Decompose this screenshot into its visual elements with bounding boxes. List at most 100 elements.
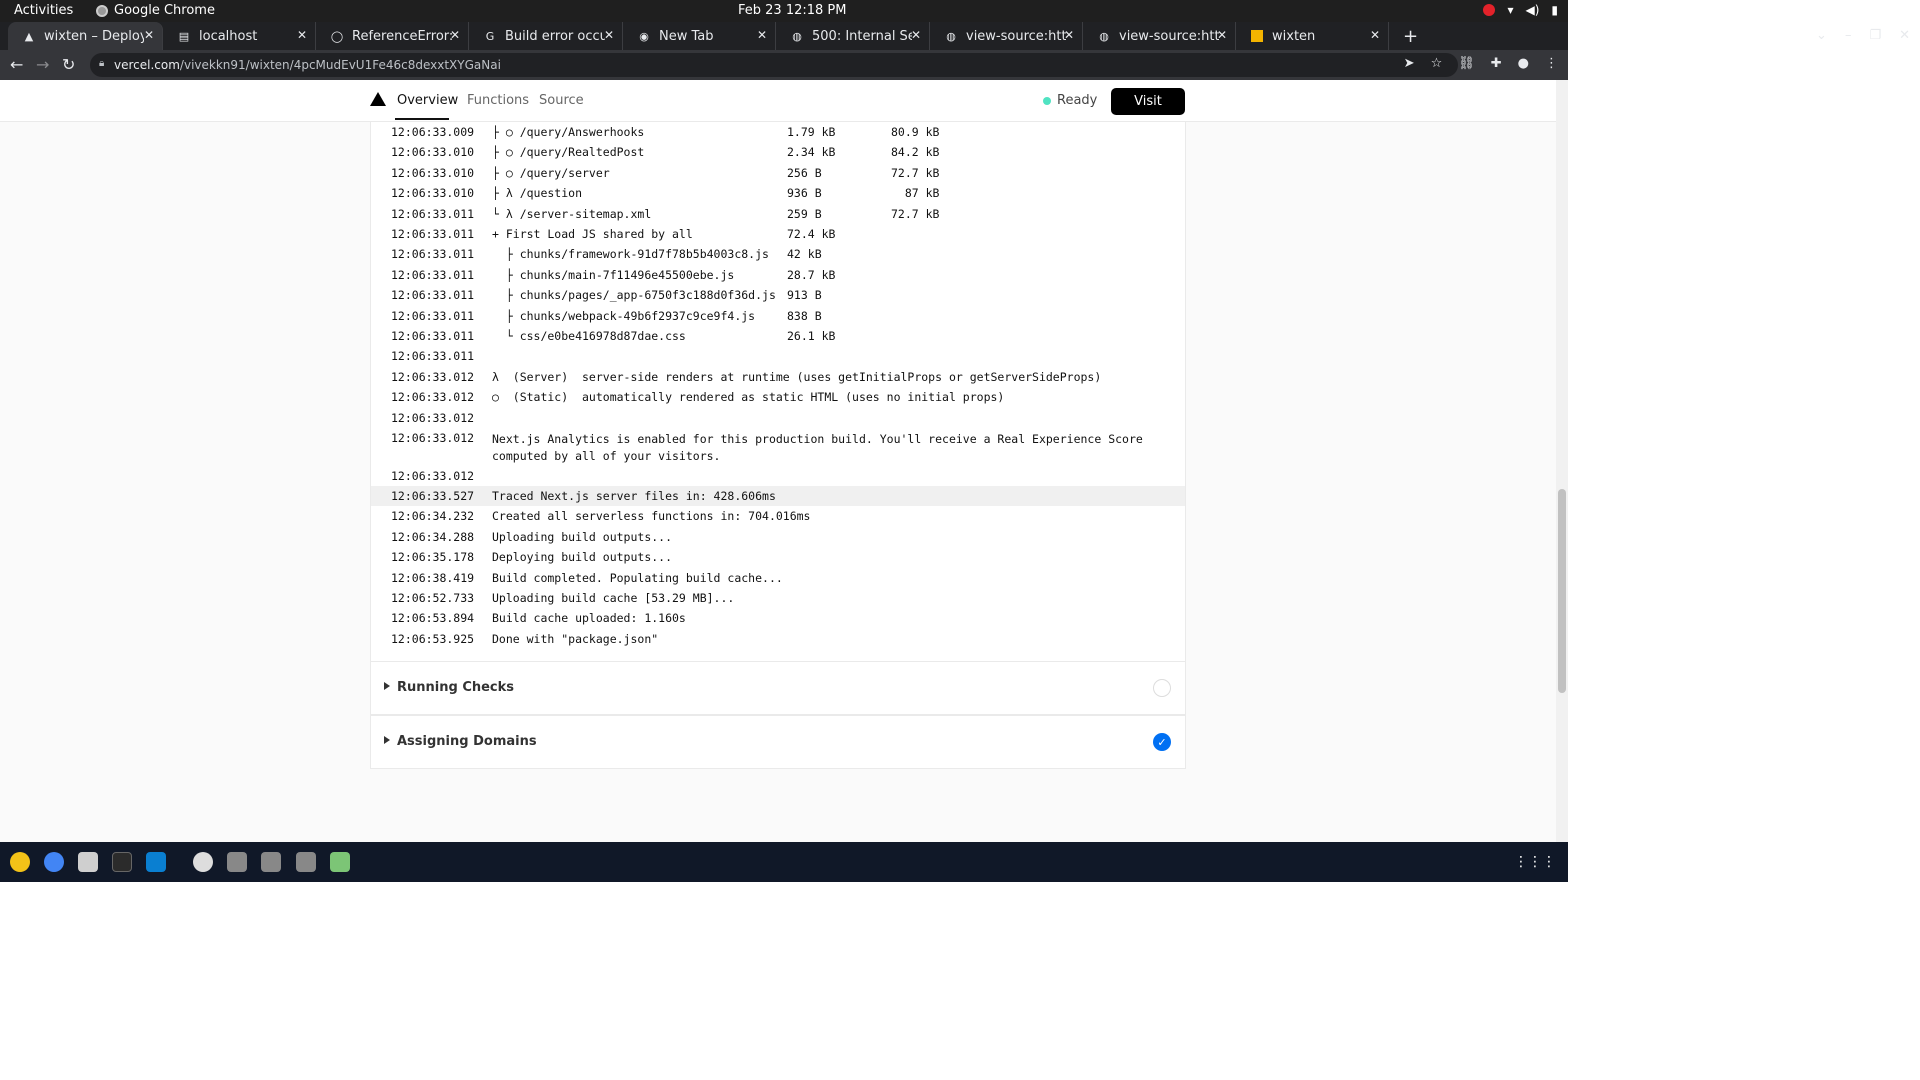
log-line: 12:06:33.011 └ λ /server-sitemap.xml 259 B…: [371, 204, 1185, 224]
globe-icon: ◍: [792, 29, 802, 43]
log-timestamp: 12:06:33.011: [391, 329, 475, 343]
tab-title: localhost: [199, 28, 258, 44]
restore-icon[interactable]: ❐: [1869, 28, 1881, 43]
extensions-icon[interactable]: ✚: [1491, 56, 1502, 71]
close-window-icon[interactable]: ✕: [1899, 28, 1910, 43]
log-timestamp: 12:06:33.010: [391, 186, 475, 201]
tab-build-error[interactable]: G Build error occurr ✕: [469, 22, 623, 50]
close-icon[interactable]: ✕: [450, 28, 460, 42]
log-timestamp: 12:06:33.011: [391, 308, 475, 323]
app-grid-icon[interactable]: ⋮⋮⋮: [1514, 854, 1556, 870]
log-message: λ (Server) server-side renders at runtim…: [492, 369, 1102, 384]
log-size: 42 kB: [787, 247, 822, 262]
visit-button[interactable]: Visit: [1111, 88, 1185, 115]
terminal-icon[interactable]: [112, 852, 132, 872]
tab-wixten[interactable]: wixten ✕: [1236, 22, 1389, 50]
vscode-icon[interactable]: [146, 852, 166, 872]
tab-view-source-1[interactable]: ◍ view-source:https ✕: [930, 22, 1083, 50]
files-icon[interactable]: [78, 852, 98, 872]
forward-icon[interactable]: →: [36, 55, 49, 74]
log-line: 12:06:33.011 ├ chunks/webpack-49b6f2937c…: [371, 306, 1185, 326]
trash-icon[interactable]: [330, 852, 350, 872]
reload-icon[interactable]: ↻: [62, 55, 75, 74]
log-message: Traced Next.js server files in: 428.606m…: [492, 488, 776, 503]
chrome-icon[interactable]: [44, 852, 64, 872]
log-line: 12:06:33.010 ├ ○ /query/RealtedPost 2.34 k…: [371, 142, 1185, 162]
page-scrollbar[interactable]: [1556, 80, 1568, 842]
tab-500-error[interactable]: ◍ 500: Internal Serv ✕: [776, 22, 930, 50]
close-icon[interactable]: ✕: [1064, 28, 1074, 42]
address-bar[interactable]: 🔒︎ vercel.com/vivekkn91/wixten/4pcMudEvU…: [90, 53, 1458, 77]
log-timestamp: 12:06:33.011: [391, 206, 475, 221]
new-tab-button[interactable]: +: [1403, 26, 1418, 47]
lock-icon[interactable]: 🔒︎: [99, 58, 104, 69]
scrollbar-thumb[interactable]: [1558, 489, 1566, 693]
log-size: 913 B: [787, 288, 822, 303]
running-checks-section[interactable]: Running Checks: [370, 661, 1186, 715]
log-timestamp: 12:06:33.011: [391, 247, 475, 262]
menu-icon[interactable]: ⋮: [1545, 56, 1558, 71]
close-icon[interactable]: ✕: [604, 28, 614, 42]
log-message: Created all serverless functions in: 704…: [492, 509, 811, 524]
pending-circle-icon: [1153, 679, 1171, 697]
close-icon[interactable]: ✕: [911, 28, 921, 42]
close-icon[interactable]: ✕: [144, 28, 154, 42]
log-size: 259 B: [787, 206, 822, 221]
usb-drive-icon[interactable]: [261, 852, 281, 872]
tab-title: view-source:https: [966, 28, 1066, 44]
drive-icon[interactable]: [296, 852, 316, 872]
log-message: Uploading build cache [53.29 MB]...: [492, 590, 735, 605]
clock[interactable]: Feb 23 12:18 PM: [738, 3, 846, 18]
tab-new-tab[interactable]: ◉ New Tab ✕: [623, 22, 776, 50]
assigning-domains-section[interactable]: Assigning Domains ✓: [370, 715, 1186, 769]
tab-localhost[interactable]: ▤ localhost ✕: [163, 22, 316, 50]
log-first-load: 80.9 kB: [891, 125, 940, 139]
log-line: 12:06:38.419 Build completed. Populating …: [371, 568, 1185, 588]
github-icon: ◯: [330, 29, 344, 43]
rhythmbox-icon[interactable]: [10, 852, 30, 872]
log-timestamp: 12:06:34.288: [391, 529, 475, 544]
tab-search-icon[interactable]: ⌄: [1816, 28, 1827, 43]
tab-reference-error[interactable]: ◯ ReferenceError: d ✕: [316, 22, 469, 50]
activities-button[interactable]: Activities: [14, 3, 73, 18]
close-icon[interactable]: ✕: [757, 28, 767, 42]
log-line: 12:06:33.011 ├ chunks/framework-91d7f78b…: [371, 244, 1185, 264]
deployment-status: Ready: [1043, 93, 1097, 108]
log-message: └ λ /server-sitemap.xml: [492, 206, 652, 221]
app-name: Google Chrome: [114, 3, 215, 18]
close-icon[interactable]: ✕: [1217, 28, 1227, 42]
log-timestamp: 12:06:34.232: [391, 509, 475, 524]
log-timestamp: 12:06:33.012: [391, 369, 475, 384]
page-content: Overview Functions Source Ready Visit 12…: [0, 80, 1568, 842]
close-icon[interactable]: ✕: [297, 28, 307, 42]
log-size: 936 B: [787, 186, 822, 201]
log-timestamp: 12:06:33.527: [391, 488, 475, 503]
close-icon[interactable]: ✕: [1370, 28, 1380, 42]
minimize-icon[interactable]: –: [1845, 28, 1852, 43]
url-path: /vivekkn91/wixten/4pcMudEvU1Fe46c8dexxtX…: [179, 58, 501, 72]
usb-drive-icon[interactable]: [227, 852, 247, 872]
send-icon[interactable]: ➤: [1404, 56, 1415, 71]
bookmark-star-icon[interactable]: ☆: [1431, 56, 1443, 71]
log-line: 12:06:33.011 ├ chunks/main-7f11496e45500…: [371, 265, 1185, 285]
vercel-logo-icon[interactable]: [370, 92, 386, 106]
checkmark-icon: ✓: [1153, 733, 1171, 751]
link-icon[interactable]: ⛓: [1458, 56, 1475, 71]
expand-arrow-icon: [384, 736, 390, 744]
back-icon[interactable]: ←: [10, 55, 23, 74]
tab-overview[interactable]: Overview: [397, 93, 458, 108]
profile-avatar[interactable]: ●: [1518, 56, 1529, 71]
log-timestamp: 12:06:33.009: [391, 125, 475, 139]
system-tray[interactable]: ▾ ◀) ▮: [1483, 3, 1558, 17]
tab-view-source-2[interactable]: ◍ view-source:https ✕: [1083, 22, 1236, 50]
tab-wixten-deployment[interactable]: ▲ wixten – Deploym ✕: [8, 22, 163, 50]
log-line: 12:06:33.010 ├ ○ /query/server 256 B 72.7 k…: [371, 163, 1185, 183]
tab-source[interactable]: Source: [539, 93, 584, 108]
log-message: Done with "package.json": [492, 631, 659, 646]
log-timestamp: 12:06:53.925: [391, 631, 475, 646]
log-first-load: 72.7 kB: [891, 165, 940, 180]
software-icon[interactable]: [193, 852, 213, 872]
volume-icon: ◀): [1525, 3, 1540, 17]
app-menu[interactable]: Google Chrome: [96, 3, 215, 18]
tab-functions[interactable]: Functions: [467, 93, 529, 108]
